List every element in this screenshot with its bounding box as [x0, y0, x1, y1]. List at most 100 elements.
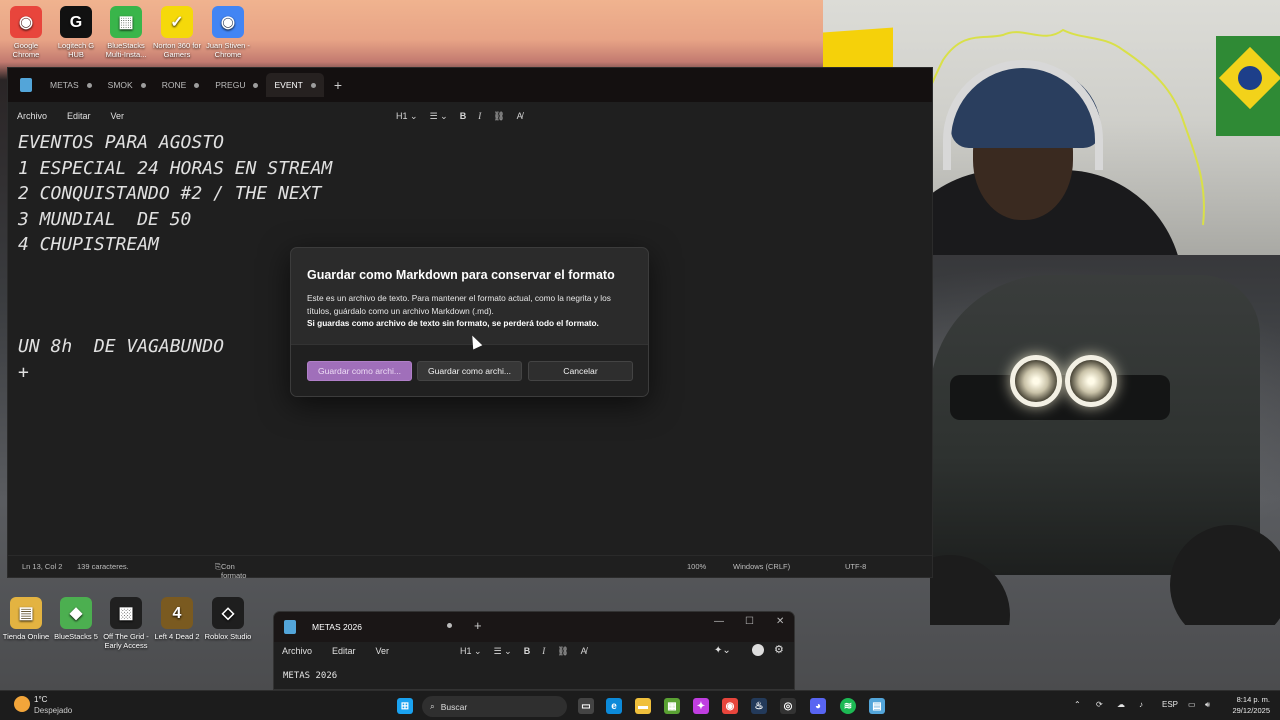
notepad-editor[interactable]: EVENTOS PARA AGOSTO 1 ESPECIAL 24 HORAS …: [18, 130, 332, 385]
list-button[interactable]: ☰ ⌄: [430, 111, 448, 122]
bold-button[interactable]: B: [460, 111, 467, 121]
minecraft-icon[interactable]: ▦: [664, 698, 680, 714]
desktop-icon-label: BlueStacks 5: [54, 632, 98, 641]
notepad-taskbar-icon[interactable]: ▤: [869, 698, 885, 714]
tab-rone[interactable]: RONE: [154, 73, 208, 97]
cancel-button[interactable]: Cancelar: [528, 361, 633, 381]
app-icon: ◇: [212, 597, 244, 629]
desktop-icon[interactable]: ▤ Tienda Online: [0, 597, 52, 641]
github-icon[interactable]: ◎: [780, 698, 796, 714]
desktop-icon-label: Tienda Online: [2, 632, 50, 641]
gear-icon[interactable]: ⚙: [774, 643, 784, 656]
language-indicator[interactable]: ESP: [1162, 700, 1178, 709]
desktop-icon[interactable]: ▦ BlueStacks Multi-Insta...: [100, 6, 152, 59]
edge-icon[interactable]: e: [606, 698, 622, 714]
steam-icon[interactable]: ♨: [751, 698, 767, 714]
tab-event[interactable]: EVENT: [266, 73, 324, 97]
new-tab-button[interactable]: +: [334, 77, 342, 93]
desktop-icon[interactable]: 4 Left 4 Dead 2: [151, 597, 203, 641]
heading-select[interactable]: H1 ⌄: [396, 111, 418, 122]
italic-button[interactable]: I: [542, 646, 545, 656]
link-icon[interactable]: ⛓: [557, 646, 568, 657]
clock-date[interactable]: 29/12/2025: [1224, 706, 1270, 715]
menu-archivo[interactable]: Archivo: [17, 111, 47, 121]
search-box[interactable]: ⌕ Buscar: [422, 696, 567, 717]
new-tab-button[interactable]: +: [474, 618, 482, 633]
desktop-icon-label: Logitech G HUB: [57, 41, 95, 59]
menu-editar[interactable]: Editar: [67, 111, 91, 121]
chrome-icon[interactable]: ◉: [722, 698, 738, 714]
task-view-icon[interactable]: ▭: [578, 698, 594, 714]
app-icon: ▦: [110, 6, 142, 38]
app-icon: ▩: [110, 597, 142, 629]
maximize-icon[interactable]: ☐: [745, 616, 754, 627]
menu-editar[interactable]: Editar: [332, 646, 356, 656]
desktop-icon-label: Norton 360 for Gamers: [153, 41, 201, 59]
clock-time[interactable]: 8:14 p. m.: [1228, 695, 1270, 704]
dialog-footer: Guardar como archi... Guardar como archi…: [291, 344, 648, 396]
menu-ver[interactable]: Ver: [111, 111, 125, 121]
desktop-icon[interactable]: ◇ Roblox Studio: [202, 597, 254, 641]
chevron-up-icon[interactable]: ⌃: [1074, 700, 1081, 709]
desktop-icon[interactable]: ▩ Off The Grid - Early Access: [100, 597, 152, 650]
menu-archivo[interactable]: Archivo: [282, 646, 312, 656]
list-button[interactable]: ☰ ⌄: [494, 646, 512, 657]
format-label: Con formato: [221, 561, 247, 580]
copilot-icon[interactable]: ✦⌄: [714, 645, 731, 656]
weather-icon[interactable]: [14, 696, 30, 712]
windows-start-icon[interactable]: ⊞: [397, 698, 413, 714]
tab-pregu[interactable]: PREGU: [207, 73, 266, 97]
network-icon[interactable]: ▭: [1188, 700, 1196, 709]
unsaved-dot-icon: [140, 82, 146, 88]
spotify-icon[interactable]: ≋: [840, 698, 856, 714]
heading-select-label: H1: [460, 645, 472, 656]
discord-icon[interactable]: ◕: [810, 698, 826, 714]
notepad-status-bar: Ln 13, Col 2 139 caracteres. ⎘ Con forma…: [8, 555, 932, 580]
tab-metas[interactable]: METAS: [42, 73, 100, 97]
file-explorer-icon[interactable]: ▬: [635, 698, 651, 714]
avatar[interactable]: [752, 644, 764, 656]
encoding[interactable]: UTF-8: [845, 562, 866, 571]
search-placeholder: Buscar: [440, 701, 468, 712]
save-markdown-dialog: Guardar como Markdown para conservar el …: [290, 247, 649, 397]
desktop-icon[interactable]: ◆ BlueStacks 5: [50, 597, 102, 641]
notepad2-editor[interactable]: METAS 2026: [283, 671, 337, 681]
tab-smok[interactable]: SMOK: [100, 73, 154, 97]
cloud-icon[interactable]: ☁: [1117, 700, 1125, 709]
desktop-icon[interactable]: ✓ Norton 360 for Gamers: [151, 6, 203, 59]
copilot-icon[interactable]: ✦: [693, 698, 709, 714]
save-as-text-button[interactable]: Guardar como archi...: [417, 361, 522, 381]
sync-icon[interactable]: ⟳: [1096, 700, 1103, 709]
line-ending[interactable]: Windows (CRLF): [733, 562, 790, 571]
clear-format-icon[interactable]: A̸: [517, 111, 523, 121]
dialog-title: Guardar como Markdown para conservar el …: [307, 268, 615, 282]
heading-select[interactable]: H1 ⌄: [460, 646, 482, 657]
menu-ver[interactable]: Ver: [376, 646, 390, 656]
desktop-icon-label: Off The Grid - Early Access: [103, 632, 149, 650]
save-as-markdown-button[interactable]: Guardar como archi...: [307, 361, 412, 381]
wallpaper-car: [930, 255, 1280, 625]
italic-button[interactable]: I: [478, 111, 481, 121]
mic-icon[interactable]: ♪: [1139, 700, 1143, 709]
format-toolbar: H1 ⌄ ☰ ⌄ B I ⛓ A̸: [396, 102, 523, 130]
desktop-icon-label: Juan Stiven - Chrome: [206, 41, 250, 59]
format-indicator[interactable]: ⎘ Con formato: [215, 562, 246, 580]
unsaved-dot-icon: [86, 82, 92, 88]
notepad2-menubar: Archivo Editar Ver H1 ⌄ ☰ ⌄ B I ⛓ A̸ ✦⌄ …: [274, 642, 794, 660]
minimize-icon[interactable]: —: [714, 616, 724, 627]
desktop-icon[interactable]: ◉ Google Chrome: [0, 6, 52, 59]
zoom-level[interactable]: 100%: [687, 562, 706, 571]
clear-format-icon[interactable]: A̸: [581, 646, 587, 656]
link-icon[interactable]: ⛓: [493, 111, 504, 122]
unsaved-dot-icon: [253, 82, 259, 88]
close-icon[interactable]: ✕: [776, 616, 784, 627]
dialog-body: Este es un archivo de texto. Para manten…: [307, 292, 637, 330]
desktop-icon[interactable]: G Logitech G HUB: [50, 6, 102, 59]
desktop-icon[interactable]: ◉ Juan Stiven - Chrome: [202, 6, 254, 59]
bold-button[interactable]: B: [524, 646, 531, 656]
tab-metas-2026[interactable]: METAS 2026: [312, 622, 362, 632]
chevron-down-icon: ⌄: [410, 110, 418, 121]
format-toolbar: H1 ⌄ ☰ ⌄ B I ⛓ A̸: [460, 642, 587, 660]
weather-temp: 1°C: [34, 695, 48, 704]
volume-icon[interactable]: 🔊︎: [1205, 700, 1210, 710]
